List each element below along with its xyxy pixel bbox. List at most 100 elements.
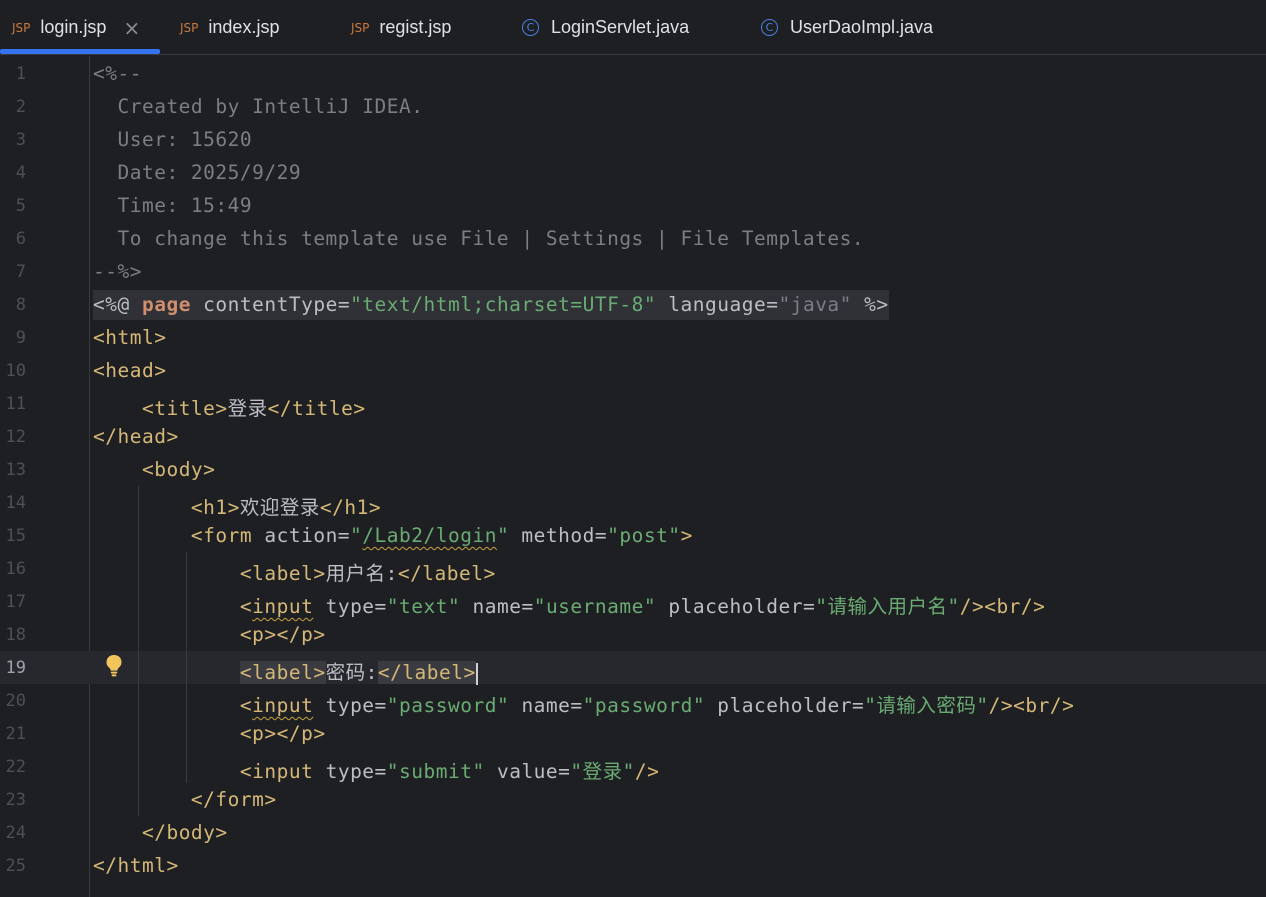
tab-label: UserDaoImpl.java: [790, 17, 934, 37]
tab-userdaoimpl-java[interactable]: C UserDaoImpl.java: [761, 0, 933, 55]
active-tab-indicator: [0, 49, 160, 54]
code-token: value=: [484, 760, 571, 783]
jsp-file-icon: JSP: [12, 20, 31, 35]
code-token: </title>: [267, 397, 366, 420]
code-token: 欢迎登录: [239, 496, 320, 519]
code-line[interactable]: 16 <label>用户名:</label>: [0, 552, 1266, 585]
code-token: action=: [252, 524, 351, 547]
code-line[interactable]: 5 Time: 15:49: [0, 189, 1266, 222]
line-number: 23: [5, 790, 26, 810]
code-token: </html>: [93, 854, 179, 877]
line-number: 16: [5, 559, 26, 579]
tab-label: regist.jsp: [379, 17, 452, 37]
code-token: <form: [190, 524, 253, 547]
lightbulb-icon[interactable]: [105, 654, 123, 678]
code-line[interactable]: 10 <head>: [0, 354, 1266, 387]
jsp-file-icon: JSP: [351, 20, 370, 35]
line-number: 24: [5, 823, 26, 843]
code-token: </label>: [397, 562, 496, 585]
current-code-line[interactable]: 19 <label>密码:</label>: [0, 651, 1266, 685]
code-token: "post": [607, 524, 681, 547]
code-token: </label>: [377, 661, 476, 684]
close-icon[interactable]: ×: [123, 16, 140, 40]
code-token: type=: [313, 595, 387, 618]
code-token: <title>: [141, 397, 228, 420]
line-number: 2: [15, 97, 26, 117]
code-token: <html>: [93, 326, 167, 349]
tab-regist-jsp[interactable]: JSP regist.jsp: [351, 0, 451, 55]
code-line[interactable]: 7 --%>: [0, 255, 1266, 288]
code-editor[interactable]: 1 <%-- 2 Created by IntelliJ IDEA. 3 Use…: [0, 56, 1266, 897]
line-number: 10: [5, 361, 26, 381]
tab-login-jsp[interactable]: JSP login.jsp ×: [12, 0, 140, 55]
code-token: /Lab2/login: [362, 524, 497, 547]
code-line[interactable]: 9 <html>: [0, 321, 1266, 354]
code-line[interactable]: 25 </html>: [0, 849, 1266, 882]
code-line[interactable]: 2 Created by IntelliJ IDEA.: [0, 90, 1266, 123]
code-line[interactable]: 12 </head>: [0, 420, 1266, 453]
code-token: 密码:: [325, 661, 378, 684]
code-token: "text/html;charset=UTF-8": [350, 293, 657, 316]
code-token: <head>: [93, 359, 167, 382]
line-number: 11: [5, 394, 26, 414]
tab-index-jsp[interactable]: JSP index.jsp: [180, 0, 279, 55]
code-token: <label>: [239, 562, 326, 585]
code-line[interactable]: 3 User: 15620: [0, 123, 1266, 156]
code-token: name=: [509, 694, 583, 717]
code-line[interactable]: 1 <%--: [0, 57, 1266, 90]
line-number: 15: [5, 526, 26, 546]
code-token: <: [239, 694, 253, 717]
code-token: "登录": [570, 760, 635, 783]
code-line[interactable]: 11 <title>登录</title>: [0, 387, 1266, 420]
code-token: ": [350, 524, 363, 547]
code-token: <%--: [93, 62, 142, 85]
line-number: 6: [15, 229, 26, 249]
code-line[interactable]: 21 <p></p>: [0, 717, 1266, 750]
code-line[interactable]: 26: [0, 882, 1266, 897]
tab-label: index.jsp: [208, 17, 280, 37]
code-token: "请输入用户名": [815, 595, 960, 618]
code-token: "java": [778, 293, 852, 316]
code-token: <%@: [93, 293, 142, 316]
code-token: input: [252, 694, 314, 717]
code-line[interactable]: 18 <p></p>: [0, 618, 1266, 651]
code-token: <input: [239, 760, 314, 783]
code-token: Time: 15:49: [93, 194, 253, 217]
code-line[interactable]: 14 <h1>欢迎登录</h1>: [0, 486, 1266, 519]
line-number: 3: [15, 130, 26, 150]
code-token: ": [496, 524, 510, 547]
code-line[interactable]: 15 <form action="/Lab2/login" method="po…: [0, 519, 1266, 552]
line-number: 5: [15, 196, 26, 216]
code-token: input: [252, 595, 314, 618]
code-token: <p></p>: [239, 722, 326, 745]
code-token: /><br/>: [988, 694, 1075, 717]
code-token: Date: 2025/9/29: [93, 161, 302, 184]
code-token: type=: [313, 694, 387, 717]
java-class-icon: C: [761, 19, 778, 36]
code-token: language=: [656, 293, 779, 316]
code-line[interactable]: 20 <input type="password" name="password…: [0, 684, 1266, 717]
code-line[interactable]: 24 </body>: [0, 816, 1266, 849]
code-line[interactable]: 6 To change this template use File | Set…: [0, 222, 1266, 255]
tab-loginservlet-java[interactable]: C LoginServlet.java: [522, 0, 689, 55]
code-line[interactable]: 13 <body>: [0, 453, 1266, 486]
code-line[interactable]: 17 <input type="text" name="username" pl…: [0, 585, 1266, 618]
code-token: <p></p>: [239, 623, 326, 646]
code-line[interactable]: 8 <%@ page contentType="text/html;charse…: [0, 288, 1266, 321]
line-number: 13: [5, 460, 26, 480]
code-token: <label>: [239, 661, 326, 684]
code-line[interactable]: 22 <input type="submit" value="登录"/>: [0, 750, 1266, 783]
code-token: --%>: [93, 260, 142, 283]
code-line[interactable]: 23 </form>: [0, 783, 1266, 816]
code-token: type=: [313, 760, 387, 783]
code-token: <h1>: [190, 496, 240, 519]
code-line[interactable]: 4 Date: 2025/9/29: [0, 156, 1266, 189]
text-caret: [475, 662, 478, 685]
